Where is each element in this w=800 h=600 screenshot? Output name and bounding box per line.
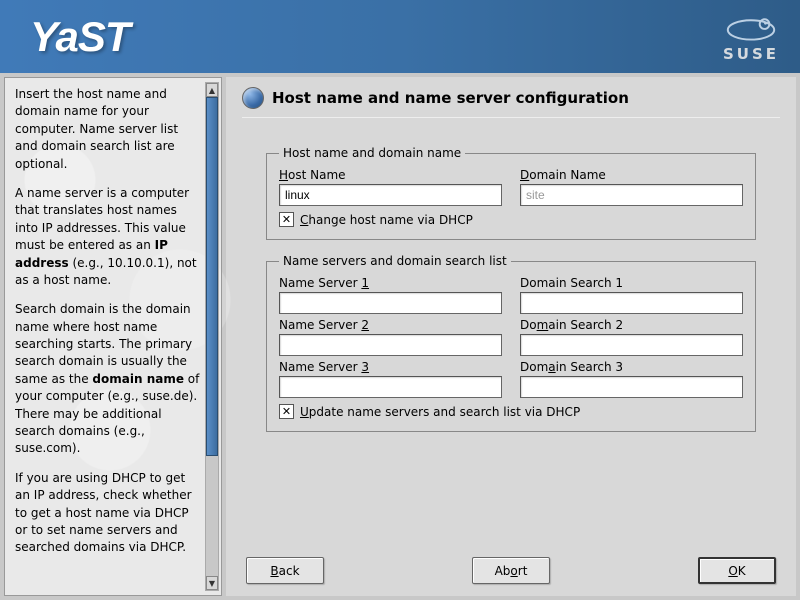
ns3-input[interactable] [279, 376, 502, 398]
ns2-label: Name Server 2 [279, 318, 502, 332]
scroll-down-button[interactable]: ▼ [206, 576, 218, 590]
ns1-label: Name Server 1 [279, 276, 502, 290]
ds1-input[interactable] [520, 292, 743, 314]
abort-button[interactable]: Abort [472, 557, 550, 584]
ns1-input[interactable] [279, 292, 502, 314]
back-button[interactable]: Back [246, 557, 324, 584]
divider [242, 117, 780, 118]
ds3-label: Domain Search 3 [520, 360, 743, 374]
header: YaST SUSE [0, 0, 800, 73]
chameleon-icon [722, 11, 780, 43]
page-title: Host name and name server configuration [272, 89, 629, 107]
help-text: Insert the host name and domain name for… [15, 86, 217, 587]
dhcp-hostname-checkbox-row[interactable]: ✕ Change host name via DHCP [279, 212, 743, 227]
hostname-label: Host Name [279, 168, 502, 182]
dhcp-ns-label: Update name servers and search list via … [300, 405, 580, 419]
globe-icon [242, 87, 264, 109]
scroll-thumb[interactable] [206, 97, 218, 456]
dhcp-ns-checkbox-row[interactable]: ✕ Update name servers and search list vi… [279, 404, 743, 419]
hostname-fieldset: Host name and domain name Host Name Doma… [266, 146, 756, 240]
dhcp-hostname-checkbox[interactable]: ✕ [279, 212, 294, 227]
domainname-label: Domain Name [520, 168, 743, 182]
scroll-up-button[interactable]: ▲ [206, 83, 218, 97]
ds3-input[interactable] [520, 376, 743, 398]
help-panel: Insert the host name and domain name for… [4, 77, 222, 596]
ns2-input[interactable] [279, 334, 502, 356]
brand-logo: YaST [30, 13, 129, 61]
ds2-label: Domain Search 2 [520, 318, 743, 332]
content-area: Insert the host name and domain name for… [0, 73, 800, 600]
dhcp-ns-checkbox[interactable]: ✕ [279, 404, 294, 419]
ns3-label: Name Server 3 [279, 360, 502, 374]
form-area: Host name and domain name Host Name Doma… [242, 130, 780, 557]
nameservers-fieldset: Name servers and domain search list Name… [266, 254, 756, 432]
suse-logo: SUSE [722, 11, 780, 63]
ok-button[interactable]: OK [698, 557, 776, 584]
nameservers-legend: Name servers and domain search list [279, 254, 511, 268]
domainname-input[interactable] [520, 184, 743, 206]
main-panel: Host name and name server configuration … [226, 77, 796, 596]
ds1-label: Domain Search 1 [520, 276, 743, 290]
scroll-track[interactable] [206, 97, 218, 576]
footer-buttons: Back Abort OK [242, 557, 780, 584]
help-scrollbar[interactable]: ▲ ▼ [205, 82, 219, 591]
dhcp-hostname-label: Change host name via DHCP [300, 213, 473, 227]
hostname-legend: Host name and domain name [279, 146, 465, 160]
ds2-input[interactable] [520, 334, 743, 356]
hostname-input[interactable] [279, 184, 502, 206]
